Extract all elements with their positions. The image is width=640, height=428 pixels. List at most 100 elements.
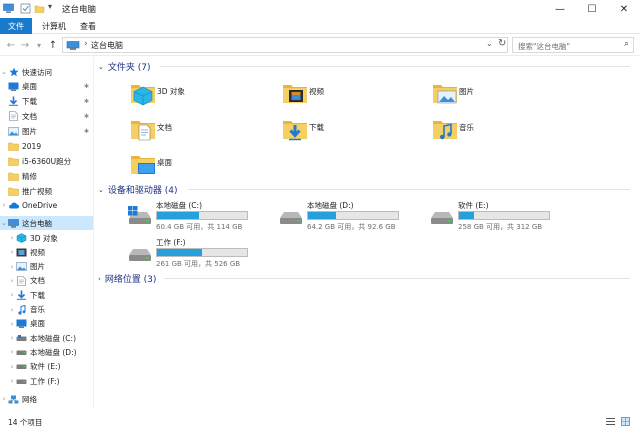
address-dropdown-icon[interactable]: ⌄ — [486, 39, 493, 48]
3d-objects-icon — [130, 80, 156, 108]
drive-icon — [127, 243, 153, 265]
nav-quick-item[interactable]: 2019 — [0, 139, 93, 153]
nav-quick-item[interactable]: 下载 ✱ — [0, 94, 93, 108]
large-icons-view-icon[interactable] — [621, 417, 630, 426]
search-input[interactable]: 搜索"这台电脑" ⌕ — [512, 37, 634, 53]
nav-pc-item[interactable]: › 本地磁盘 (D:) — [0, 345, 93, 359]
search-icon: ⌕ — [623, 39, 629, 49]
nav-label: 软件 (E:) — [30, 362, 61, 372]
breadcrumb-separator-icon[interactable]: › — [84, 39, 88, 49]
nav-pc-item[interactable]: › 下载 — [0, 288, 93, 302]
collapsed-chevron-icon[interactable]: › — [8, 306, 16, 314]
pin-icon[interactable]: ✱ — [84, 128, 89, 135]
nav-label: 本地磁盘 (C:) — [30, 333, 76, 343]
address-bar[interactable]: › 这台电脑 ⌄ ↻ — [62, 37, 508, 53]
pin-icon[interactable]: ✱ — [84, 83, 89, 90]
recent-locations-button[interactable]: ▾ — [32, 38, 46, 52]
nav-label: 快速访问 — [22, 67, 52, 77]
collapsed-chevron-icon[interactable]: › — [8, 277, 16, 285]
nav-label: 桌面 — [30, 319, 45, 329]
nav-quick-item[interactable]: 精修 — [0, 169, 93, 183]
drive-item[interactable]: 工作 (F:) 261 GB 可用，共 526 GB — [127, 237, 277, 273]
pin-icon[interactable]: ✱ — [84, 98, 89, 105]
collapsed-chevron-icon[interactable]: › — [8, 334, 16, 342]
nav-pc-item[interactable]: › 工作 (F:) — [0, 374, 93, 388]
breadcrumb[interactable]: 这台电脑 — [91, 40, 123, 51]
collapsed-chevron-icon[interactable]: › — [8, 348, 16, 356]
collapsed-chevron-icon[interactable]: › — [0, 395, 8, 403]
tab-file[interactable]: 文件 — [0, 18, 32, 34]
folder-item[interactable]: 文档 — [130, 116, 270, 148]
folder-item[interactable]: 3D 对象 — [130, 80, 270, 112]
tab-computer[interactable]: 计算机 — [42, 18, 66, 34]
collapsed-chevron-icon[interactable]: › — [8, 291, 16, 299]
expanded-chevron-icon[interactable]: ⌄ — [0, 68, 8, 76]
nav-pc-item[interactable]: › 本地磁盘 (C:) — [0, 331, 93, 345]
collapsed-chevron-icon[interactable]: › — [8, 377, 16, 385]
network-group-header[interactable]: › 网络位置 (3) — [98, 272, 630, 285]
collapsed-chevron-icon[interactable]: › — [98, 275, 101, 283]
refresh-icon[interactable]: ↻ — [498, 38, 506, 49]
nav-quick-item[interactable]: 图片 ✱ — [0, 124, 93, 138]
nav-pc-item[interactable]: › 桌面 — [0, 317, 93, 331]
pin-icon[interactable]: ✱ — [84, 113, 89, 120]
back-button[interactable]: ← — [4, 38, 18, 52]
forward-button[interactable]: → — [18, 38, 32, 52]
folder-item[interactable]: 桌面 — [130, 151, 270, 183]
nav-pc-item[interactable]: › 软件 (E:) — [0, 360, 93, 374]
pictures-icon — [16, 262, 27, 272]
title-bar: ▾ 这台电脑 — ☐ ✕ — [0, 0, 640, 18]
expanded-chevron-icon[interactable]: ⌄ — [0, 219, 8, 227]
nav-quick-item[interactable]: i5-6360U跑分 — [0, 154, 93, 168]
minimize-button[interactable]: — — [544, 0, 576, 18]
nav-network[interactable]: › 网络 — [0, 392, 93, 406]
nav-quick-access[interactable]: ⌄ 快速访问 — [0, 65, 93, 79]
collapsed-chevron-icon[interactable]: › — [8, 363, 16, 371]
collapsed-chevron-icon[interactable]: › — [8, 263, 16, 271]
maximize-button[interactable]: ☐ — [576, 0, 608, 18]
usage-bar — [156, 248, 248, 257]
nav-this-pc[interactable]: ⌄ 这台电脑 — [0, 216, 93, 230]
drive-item[interactable]: 本地磁盘 (C:) 60.4 GB 可用，共 114 GB — [127, 200, 277, 236]
nav-quick-item[interactable]: 文档 ✱ — [0, 109, 93, 123]
drives-group-header[interactable]: ⌄ 设备和驱动器 (4) — [98, 183, 630, 196]
drive-icon — [429, 206, 455, 228]
folder-item[interactable]: 下载 — [282, 116, 422, 148]
nav-pc-item[interactable]: › 视频 — [0, 245, 93, 259]
folders-group-header[interactable]: ⌄ 文件夹 (7) — [98, 60, 630, 73]
drive-item[interactable]: 软件 (E:) 258 GB 可用，共 312 GB — [429, 200, 579, 236]
nav-label: OneDrive — [22, 200, 58, 210]
collapsed-chevron-icon[interactable]: › — [0, 201, 8, 209]
collapsed-chevron-icon[interactable]: › — [8, 320, 16, 328]
collapsed-chevron-icon[interactable]: › — [8, 248, 16, 256]
nav-label: i5-6360U跑分 — [22, 156, 72, 166]
nav-quick-item[interactable]: 桌面 ✱ — [0, 79, 93, 93]
properties-icon[interactable] — [20, 3, 31, 14]
nav-pc-item[interactable]: › 图片 — [0, 260, 93, 274]
drive-item[interactable]: 本地磁盘 (D:) 64.2 GB 可用，共 92.6 GB — [278, 200, 428, 236]
nav-label: 文档 — [30, 276, 45, 286]
document-icon — [16, 276, 27, 286]
folder-item[interactable]: 图片 — [432, 80, 572, 112]
nav-pc-item[interactable]: › 音乐 — [0, 303, 93, 317]
tab-view[interactable]: 查看 — [80, 18, 96, 34]
document-icon — [8, 111, 19, 121]
up-button[interactable]: ↑ — [46, 38, 60, 52]
star-icon — [8, 67, 19, 77]
navigation-pane: ⌄ 快速访问 桌面 ✱ 下载 ✱ 文档 ✱ 图片 ✱ 2019 i5-6360U跑分 精修 推广视频 … — [0, 57, 94, 408]
nav-pc-item[interactable]: › 文档 — [0, 274, 93, 288]
details-view-icon[interactable] — [606, 417, 615, 426]
system-drive-icon — [16, 333, 27, 343]
expanded-chevron-icon[interactable]: ⌄ — [98, 186, 104, 194]
nav-onedrive[interactable]: › OneDrive — [0, 198, 93, 212]
close-button[interactable]: ✕ — [608, 0, 640, 18]
new-folder-icon[interactable] — [34, 3, 45, 14]
expanded-chevron-icon[interactable]: ⌄ — [98, 63, 104, 71]
folder-item[interactable]: 视频 — [282, 80, 422, 112]
nav-pc-item[interactable]: › 3D 对象 — [0, 231, 93, 245]
drive-size: 258 GB 可用，共 312 GB — [458, 223, 543, 231]
collapsed-chevron-icon[interactable]: › — [8, 234, 16, 242]
nav-quick-item[interactable]: 推广视频 — [0, 184, 93, 198]
folder-item[interactable]: 音乐 — [432, 116, 572, 148]
customize-toolbar-icon[interactable]: ▾ — [48, 2, 58, 13]
